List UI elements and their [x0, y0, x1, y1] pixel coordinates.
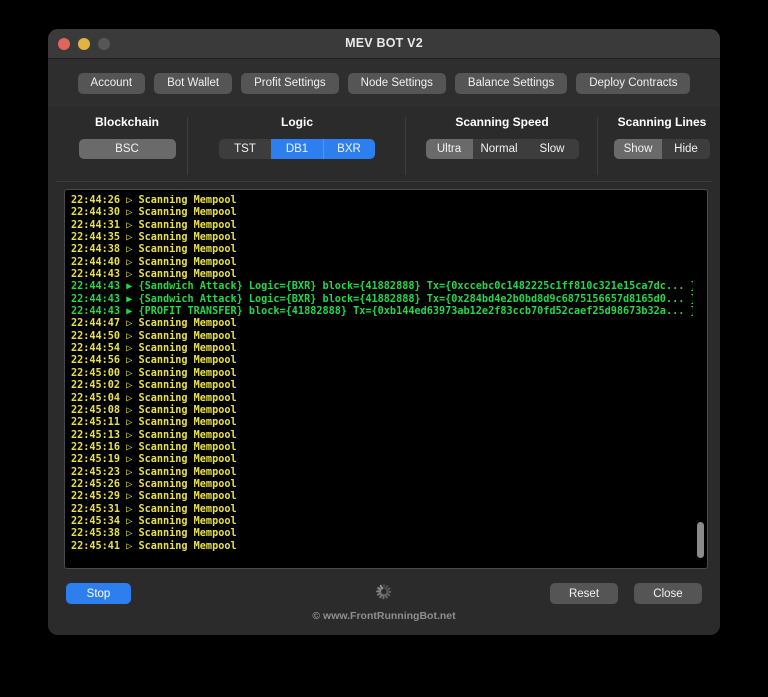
scanning-speed-option-normal[interactable]: Normal [472, 139, 526, 159]
log-line: 22:44:43 ▶ {Sandwich Attack} Logic={BXR}… [71, 281, 693, 293]
screen: MEV BOT V2 Account Bot Wallet Profit Set… [0, 0, 768, 697]
loading-spinner-icon [376, 584, 392, 600]
log-line: 22:45:13 ▷ Scanning Mempool [71, 429, 237, 441]
app-window: MEV BOT V2 Account Bot Wallet Profit Set… [48, 29, 720, 635]
settings-group-scanning-lines: Scanning Lines Show Hide [598, 115, 720, 159]
blockchain-label: Blockchain [94, 115, 160, 129]
toolbar-button-profit-settings[interactable]: Profit Settings [241, 72, 339, 94]
log-line: 22:45:19 ▷ Scanning Mempool [71, 454, 237, 466]
log-line: 22:45:00 ▷ Scanning Mempool [71, 367, 237, 379]
scanning-lines-option-show[interactable]: Show [614, 139, 662, 159]
window-titlebar: MEV BOT V2 [48, 29, 720, 59]
log-line: 22:44:43 ▶ {PROFIT TRANSFER} block={4188… [71, 306, 693, 318]
log-line: 22:44:47 ▷ Scanning Mempool [71, 318, 237, 330]
logic-segmented-control: TST DB1 BXR [219, 139, 375, 159]
log-line: 22:45:11 ▷ Scanning Mempool [71, 417, 237, 429]
blockchain-segmented-control: BSC [78, 139, 176, 159]
log-line: 22:45:04 ▷ Scanning Mempool [71, 392, 237, 404]
blockchain-option-bsc[interactable]: BSC [78, 139, 176, 159]
scanning-speed-option-slow[interactable]: Slow [525, 139, 579, 159]
copyright-text: © www.FrontRunningBot.net [312, 610, 456, 622]
logic-option-db1[interactable]: DB1 [271, 139, 323, 159]
scanning-speed-label: Scanning Speed [455, 115, 549, 129]
scanning-lines-segmented-control: Show Hide [614, 139, 710, 159]
toolbar-button-balance-settings[interactable]: Balance Settings [454, 72, 568, 94]
log-scrollbar-thumb[interactable] [697, 522, 704, 558]
log-line: 22:44:54 ▷ Scanning Mempool [71, 343, 237, 355]
toolbar-button-node-settings[interactable]: Node Settings [347, 72, 446, 94]
scanning-lines-option-hide[interactable]: Hide [662, 139, 710, 159]
log-line: 22:44:43 ▷ Scanning Mempool [71, 269, 237, 281]
scanning-speed-option-ultra[interactable]: Ultra [425, 139, 473, 159]
log-line: 22:45:02 ▷ Scanning Mempool [71, 380, 237, 392]
log-line: 22:44:31 ▷ Scanning Mempool [71, 219, 237, 231]
window-title: MEV BOT V2 [345, 36, 423, 50]
toolbar-button-bot-wallet[interactable]: Bot Wallet [154, 72, 233, 94]
settings-group-blockchain: Blockchain BSC [66, 115, 188, 175]
log-line: 22:45:23 ▷ Scanning Mempool [71, 466, 237, 478]
log-line: 22:44:26 ▷ Scanning Mempool [71, 195, 237, 206]
toolbar-button-deploy-contracts[interactable]: Deploy Contracts [576, 72, 691, 94]
log-line: 22:44:30 ▷ Scanning Mempool [71, 207, 237, 219]
log-line: 22:44:56 ▷ Scanning Mempool [71, 355, 237, 367]
main-toolbar: Account Bot Wallet Profit Settings Node … [48, 59, 720, 107]
log-line: 22:44:43 ▶ {Sandwich Attack} Logic={BXR}… [71, 293, 693, 305]
log-line: 22:45:38 ▷ Scanning Mempool [71, 528, 237, 540]
footer-bar: Stop Reset Close © www.FrontRunningBot.n… [48, 569, 720, 635]
scanning-lines-label: Scanning Lines [617, 115, 707, 129]
logic-option-tst[interactable]: TST [219, 139, 271, 159]
log-line: 22:45:26 ▷ Scanning Mempool [71, 478, 237, 490]
log-lines-container: 22:44:26 ▷ Scanning Mempool 22:44:30 ▷ Sc… [65, 195, 693, 568]
settings-group-scanning-speed: Scanning Speed Ultra Normal Slow [406, 115, 598, 175]
log-line: 22:44:38 ▷ Scanning Mempool [71, 244, 237, 256]
settings-strip: Blockchain BSC Logic TST DB1 BXR Scannin… [48, 107, 720, 181]
logic-option-bxr[interactable]: BXR [323, 139, 375, 159]
toolbar-button-account[interactable]: Account [77, 72, 146, 94]
log-line: 22:45:34 ▷ Scanning Mempool [71, 515, 237, 527]
log-line: 22:44:40 ▷ Scanning Mempool [71, 256, 237, 268]
settings-group-logic: Logic TST DB1 BXR [188, 115, 406, 175]
log-line: 22:45:16 ▷ Scanning Mempool [71, 441, 237, 453]
stop-button[interactable]: Stop [66, 583, 131, 604]
logic-label: Logic [281, 115, 313, 129]
log-line: 22:45:29 ▷ Scanning Mempool [71, 491, 237, 503]
log-line: 22:45:41 ▷ Scanning Mempool [71, 540, 237, 552]
log-scrollbar[interactable] [696, 192, 705, 566]
scanning-speed-segmented-control: Ultra Normal Slow [425, 139, 579, 159]
log-line: 22:45:31 ▷ Scanning Mempool [71, 503, 237, 515]
settings-divider [56, 181, 712, 182]
log-line: 22:45:08 ▷ Scanning Mempool [71, 404, 237, 416]
reset-button[interactable]: Reset [550, 583, 618, 604]
close-button[interactable]: Close [634, 583, 702, 604]
log-line: 22:44:35 ▷ Scanning Mempool [71, 232, 237, 244]
log-console[interactable]: 22:44:26 ▷ Scanning Mempool 22:44:30 ▷ Sc… [64, 189, 708, 569]
log-line: 22:44:50 ▷ Scanning Mempool [71, 330, 237, 342]
